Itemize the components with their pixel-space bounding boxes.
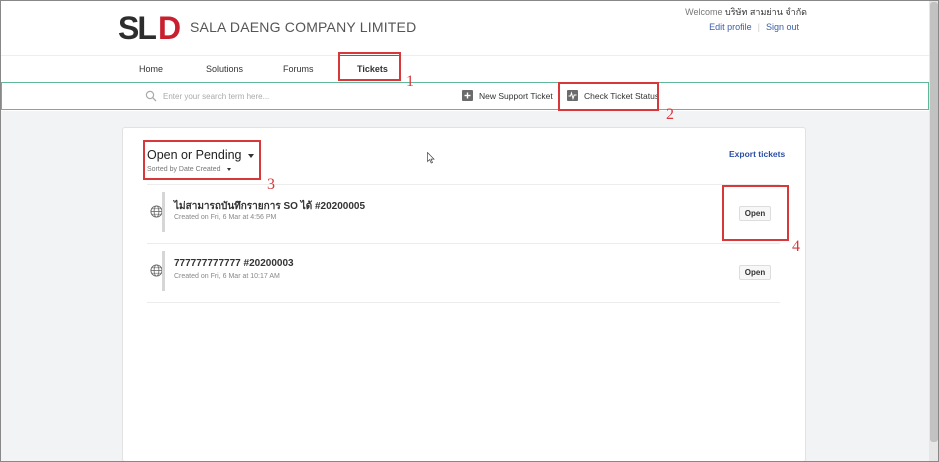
nav-forums[interactable]: Forums xyxy=(283,64,314,74)
ticket-title[interactable]: ไม่สามารถบันทึกรายการ SO ได้ #20200005 xyxy=(174,199,365,214)
new-support-ticket-label: New Support Ticket xyxy=(479,90,553,101)
svg-text:D: D xyxy=(158,11,181,43)
main-nav: Home Solutions Forums Tickets xyxy=(0,56,929,82)
check-ticket-status-label: Check Ticket Status xyxy=(584,90,660,101)
annotation-number: 3 xyxy=(267,176,275,193)
welcome-label: Welcome xyxy=(685,7,723,17)
ticket-row[interactable]: ไม่สามารถบันทึกรายการ SO ได้ #20200005 C… xyxy=(147,184,780,242)
ticket-filter-dropdown[interactable]: Open or Pending xyxy=(147,148,254,162)
list-divider xyxy=(147,302,780,303)
export-tickets-link[interactable]: Export tickets xyxy=(729,149,785,159)
link-separator: | xyxy=(757,22,760,32)
ticket-status-button[interactable]: Open xyxy=(739,265,771,280)
nav-tickets[interactable]: Tickets xyxy=(357,64,388,74)
edit-profile-link[interactable]: Edit profile xyxy=(709,22,752,32)
annotation-number: 4 xyxy=(792,238,800,255)
sort-dropdown[interactable]: Sorted by Date Created xyxy=(147,166,231,173)
ticket-source-bar xyxy=(162,251,165,291)
new-support-ticket-button[interactable]: New Support Ticket xyxy=(462,90,553,101)
scrollbar-thumb[interactable] xyxy=(930,2,938,442)
search-bar: New Support Ticket Check Ticket Status xyxy=(1,82,929,110)
site-header: SL D SALA DAENG COMPANY LIMITED Welcome … xyxy=(0,0,929,57)
chevron-down-icon xyxy=(226,167,231,171)
vertical-scrollbar[interactable] xyxy=(929,0,939,462)
annotation-number: 1 xyxy=(406,73,414,90)
sort-label: Sorted by Date Created xyxy=(147,166,221,173)
ticket-created-date: Created on Fri, 6 Mar at 4:56 PM xyxy=(174,214,277,221)
ticket-filter-label: Open or Pending xyxy=(147,148,242,162)
mouse-cursor-icon xyxy=(427,152,435,164)
company-name: SALA DAENG COMPANY LIMITED xyxy=(190,19,417,35)
chevron-down-icon xyxy=(247,153,254,158)
check-ticket-status-button[interactable]: Check Ticket Status xyxy=(567,90,659,101)
user-name: บริษัท สามย่าน จำกัด xyxy=(725,7,807,17)
user-links: Edit profile | Sign out xyxy=(709,22,799,32)
ticket-source-bar xyxy=(162,192,165,232)
ticket-created-date: Created on Fri, 6 Mar at 10:17 AM xyxy=(174,273,280,280)
welcome-message: Welcome บริษัท สามย่าน จำกัด xyxy=(685,5,807,19)
company-logo[interactable]: SL D xyxy=(118,11,184,43)
nav-home[interactable]: Home xyxy=(139,64,163,74)
ticket-row[interactable]: 777777777777 #20200003 Created on Fri, 6… xyxy=(147,243,780,301)
activity-icon xyxy=(567,90,578,101)
search-input[interactable] xyxy=(163,89,443,103)
plus-icon xyxy=(462,90,473,101)
sign-out-link[interactable]: Sign out xyxy=(766,22,799,32)
search-icon xyxy=(145,90,157,102)
ticket-status-button[interactable]: Open xyxy=(739,206,771,221)
nav-solutions[interactable]: Solutions xyxy=(206,64,243,74)
ticket-title[interactable]: 777777777777 #20200003 xyxy=(174,258,294,269)
svg-text:SL: SL xyxy=(118,11,156,43)
annotation-number: 2 xyxy=(666,106,674,123)
